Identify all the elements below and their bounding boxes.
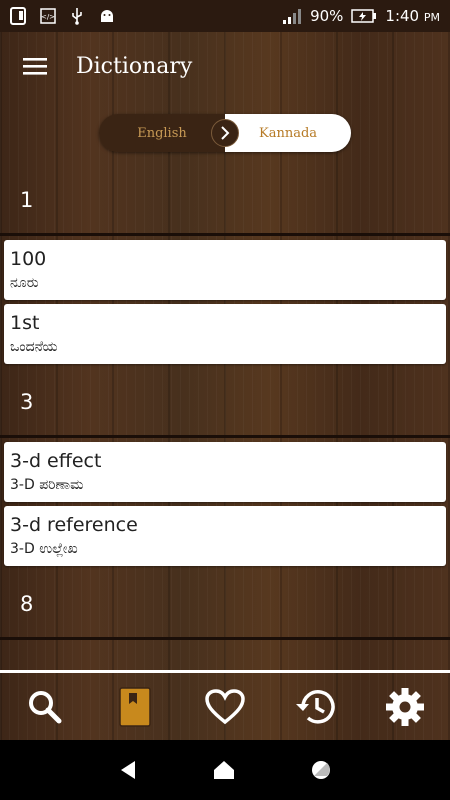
word: 100 [10, 248, 47, 270]
app-bar: Dictionary [0, 32, 450, 100]
code-icon: </> [40, 8, 56, 24]
recents-icon[interactable] [310, 759, 332, 781]
section-header: 8 [0, 570, 450, 640]
hamburger-icon [23, 58, 47, 75]
battery-percent: 90% [310, 7, 344, 25]
swap-language-button[interactable] [211, 119, 239, 147]
nav-search[interactable] [15, 677, 75, 737]
search-icon [29, 690, 62, 723]
section-header: 1 [0, 166, 450, 236]
android-icon [101, 10, 113, 22]
toggle-kannada[interactable]: Kannada [225, 114, 351, 152]
meaning: 3-D ಪರಿಣಾಮ [10, 477, 84, 493]
language-toggle[interactable]: English Kannada [99, 114, 351, 152]
heart-icon [205, 688, 245, 724]
usb-icon [72, 8, 82, 25]
svg-text:</>: </> [41, 13, 55, 21]
history-icon [296, 689, 335, 723]
clock: 1:40 PM [385, 7, 440, 25]
home-icon[interactable] [213, 760, 235, 780]
list-item[interactable]: 3-d effect 3-D ಪರಿಣಾಮ [4, 442, 446, 502]
nav-bookmarks[interactable] [105, 677, 165, 737]
chevron-right-icon [221, 126, 230, 140]
back-icon[interactable] [118, 760, 138, 780]
language-toggle-area: English Kannada [0, 100, 450, 166]
battery-charging-icon [351, 9, 377, 23]
word: 3-d reference [10, 514, 138, 536]
gear-icon [386, 687, 424, 726]
section-header: 3 [0, 368, 450, 438]
word: 3-d effect [10, 450, 102, 472]
list-item[interactable]: 3-d reference 3-D ಉಲ್ಲೇಖ [4, 506, 446, 566]
nav-settings[interactable] [375, 677, 435, 737]
word: 1st [10, 312, 40, 334]
signal-icon [283, 9, 302, 24]
meaning: ಒಂದನೆಯ [10, 339, 58, 355]
nav-history[interactable] [285, 677, 345, 737]
toggle-english[interactable]: English [99, 114, 225, 152]
menu-button[interactable] [0, 32, 70, 100]
bookmark-icon [119, 686, 151, 727]
notification-icons: </> [10, 7, 116, 25]
meaning: 3-D ಉಲ್ಲೇಖ [10, 541, 78, 557]
system-nav-bar [0, 740, 450, 800]
tablet-icon [10, 7, 26, 25]
list-item[interactable]: 100 ನೂರು [4, 240, 446, 300]
bottom-nav [0, 670, 450, 740]
meaning: ನೂರು [10, 275, 39, 291]
status-bar: </> 90% 1:40 PM [0, 0, 450, 32]
nav-favorites[interactable] [195, 677, 255, 737]
page-title: Dictionary [76, 53, 193, 79]
list-item[interactable]: 1st ಒಂದನೆಯ [4, 304, 446, 364]
dictionary-list[interactable]: 1 100 ನೂರು 1st ಒಂದನೆಯ 3 3-d effect 3-D ಪ… [0, 166, 450, 670]
